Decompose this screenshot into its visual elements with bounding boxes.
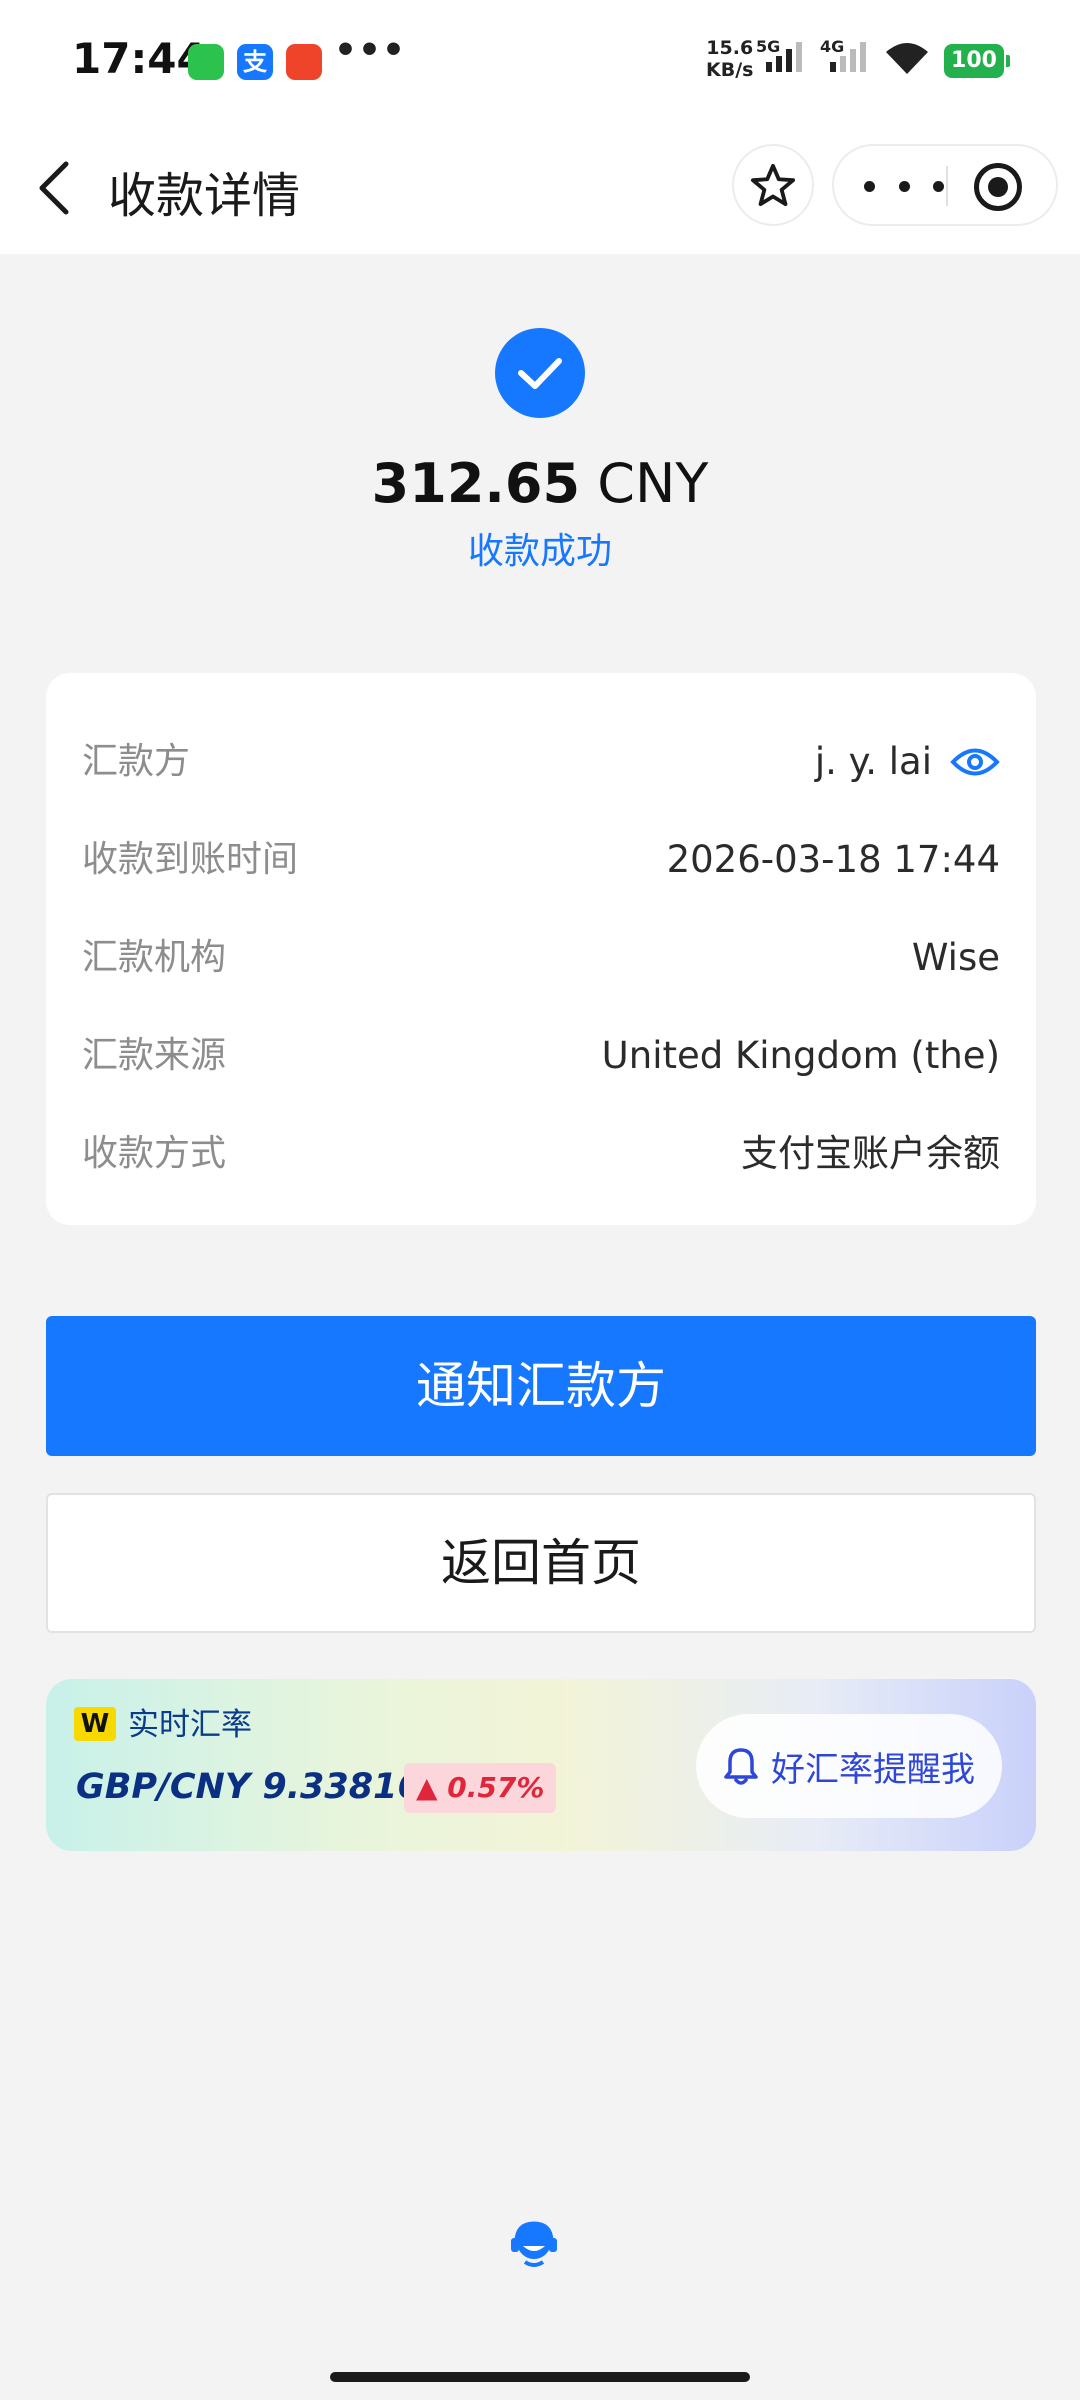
detail-value: United Kingdom (the) (601, 1034, 1000, 1077)
detail-value: j. y. lai (815, 732, 1000, 792)
app-notification-icon (286, 44, 322, 80)
more-notifications-icon: ••• (334, 30, 407, 71)
more-icon[interactable] (864, 168, 944, 204)
alipay-notification-icon: 支 (237, 44, 273, 80)
detail-row-method: 收款方式 支付宝账户余额 (82, 1124, 1000, 1184)
network-speed-value: 15.6 (706, 37, 754, 59)
detail-value: 2026-03-18 17:44 (666, 838, 1000, 881)
received-amount: 312.65 CNY (0, 452, 1080, 515)
detail-label: 汇款机构 (82, 937, 227, 978)
status-bar: 17:44 支 ••• 15.6 KB/s 5G 4G 100 (0, 0, 1080, 124)
amount-value: 312.65 (371, 452, 581, 515)
detail-row-source: 汇款来源 United Kingdom (the) (82, 1026, 1000, 1086)
customer-service-icon[interactable] (508, 2216, 560, 2270)
detail-label: 汇款来源 (82, 1035, 227, 1076)
detail-value: 支付宝账户余额 (741, 1132, 1000, 1175)
star-icon (750, 163, 796, 207)
rate-change-badge: ▲ 0.57% (404, 1763, 557, 1813)
detail-row-institution: 汇款机构 Wise (82, 928, 1000, 988)
eye-icon[interactable] (950, 745, 1000, 779)
status-time: 17:44 (72, 34, 206, 83)
rate-pair: GBP/CNY 9.338167 (76, 1767, 447, 1807)
back-arrow-icon[interactable] (34, 158, 78, 218)
wise-logo-icon: W (74, 1707, 116, 1741)
signal-strength-2-icon (830, 42, 866, 72)
rate-alert-label: 好汇率提醒我 (771, 1749, 975, 1790)
home-indicator[interactable] (330, 2372, 750, 2382)
bell-icon (724, 1748, 758, 1785)
back-to-home-button[interactable]: 返回首页 (46, 1493, 1036, 1633)
detail-label: 收款方式 (82, 1133, 227, 1174)
details-card: 汇款方 j. y. lai 收款到账时间 2026-03-18 17:44 汇款… (46, 673, 1036, 1225)
network-speed-unit: KB/s (706, 59, 754, 81)
network-speed: 15.6 KB/s (706, 37, 753, 81)
exchange-rate-banner[interactable]: W 实时汇率 GBP/CNY 9.338167 ▲ 0.57% 好汇率提醒我 (46, 1679, 1036, 1851)
detail-row-arrival-time: 收款到账时间 2026-03-18 17:44 (82, 830, 1000, 890)
remitter-name: j. y. lai (814, 740, 932, 783)
detail-value: Wise (911, 936, 1000, 979)
detail-row-remitter: 汇款方 j. y. lai (82, 732, 1000, 792)
payment-status: 收款成功 (467, 531, 612, 572)
battery-indicator: 100 (944, 44, 1010, 78)
nav-bar: 收款详情 (0, 124, 1080, 254)
rate-alert-button[interactable]: 好汇率提醒我 (696, 1714, 1002, 1818)
close-miniapp-icon[interactable] (974, 163, 1022, 211)
miniapp-capsule (832, 144, 1058, 226)
page-title: 收款详情 (108, 168, 301, 224)
payment-detail-page: 17:44 支 ••• 15.6 KB/s 5G 4G 100 收款详情 312… (0, 0, 1080, 2400)
amount-currency: CNY (597, 452, 709, 515)
capsule-divider (946, 166, 948, 206)
wifi-icon (886, 43, 928, 74)
detail-label: 收款到账时间 (82, 839, 299, 880)
detail-label: 汇款方 (82, 741, 191, 782)
check-icon (495, 328, 585, 418)
checkmark-glyph (518, 358, 562, 389)
favorite-button[interactable] (732, 144, 814, 226)
wechat-notification-icon (188, 44, 224, 80)
rate-title: 实时汇率 (128, 1707, 252, 1743)
notify-remitter-button[interactable]: 通知汇款方 (46, 1316, 1036, 1456)
signal-strength-icon (766, 42, 802, 72)
